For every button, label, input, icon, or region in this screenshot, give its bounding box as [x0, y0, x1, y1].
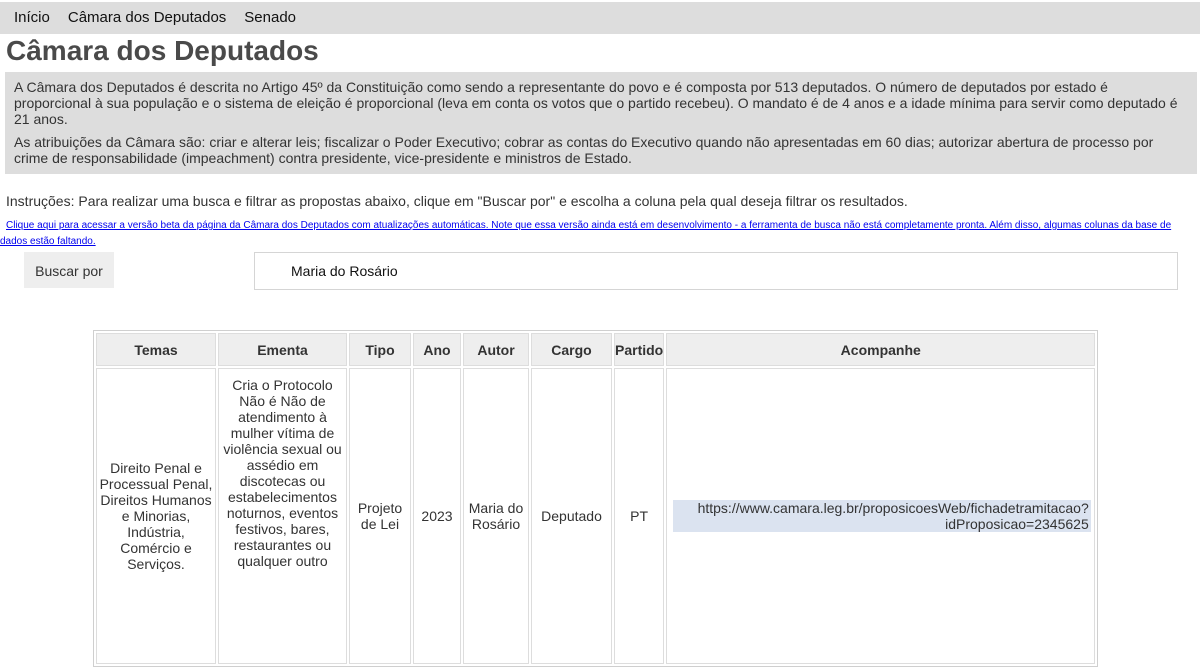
tracking-url[interactable]: https://www.camara.leg.br/proposicoesWeb… [672, 500, 1091, 532]
cell-temas: Direito Penal e Processual Penal, Direit… [96, 368, 216, 664]
info-paragraph-composition: A Câmara dos Deputados é descrita no Art… [14, 79, 1178, 127]
tracking-url-text: https://www.camara.leg.br/proposicoesWeb… [674, 500, 1091, 532]
table-header-row: Temas Ementa Tipo Ano Autor Cargo Partid… [96, 333, 1096, 366]
column-header-cargo[interactable]: Cargo [531, 333, 612, 366]
info-box: A Câmara dos Deputados é descrita no Art… [5, 72, 1197, 174]
page-title: Câmara dos Deputados [6, 35, 319, 66]
nav-item-camara[interactable]: Câmara dos Deputados [59, 2, 235, 34]
top-navigation: Início Câmara dos Deputados Senado [0, 2, 1200, 34]
nav-item-senado[interactable]: Senado [235, 2, 305, 34]
cell-partido: PT [614, 368, 665, 664]
column-header-autor[interactable]: Autor [463, 333, 529, 366]
cell-ano: 2023 [413, 368, 461, 664]
info-paragraph-attributions: As atribuições da Câmara são: criar e al… [14, 134, 1154, 166]
column-header-ano[interactable]: Ano [413, 333, 461, 366]
cell-autor: Maria do Rosário [463, 368, 529, 664]
column-header-acompanhe[interactable]: Acompanhe [666, 333, 1096, 366]
search-by-button[interactable]: Buscar por [24, 252, 114, 288]
cell-tipo: Projeto de Lei [349, 368, 411, 664]
beta-version-link[interactable]: Clique aqui para acessar a versão beta d… [0, 218, 1200, 249]
column-header-partido[interactable]: Partido [614, 333, 665, 366]
instructions-text: Instruções: Para realizar uma busca e fi… [6, 193, 908, 209]
cell-ementa: Cria o Protocolo Não é Não de atendiment… [218, 368, 347, 664]
search-input[interactable] [254, 252, 1178, 290]
cell-acompanhe: https://www.camara.leg.br/proposicoesWeb… [666, 368, 1096, 664]
column-header-temas[interactable]: Temas [96, 333, 216, 366]
nav-item-inicio[interactable]: Início [0, 2, 59, 34]
propositions-table: Temas Ementa Tipo Ano Autor Cargo Partid… [93, 330, 1099, 667]
column-header-tipo[interactable]: Tipo [349, 333, 411, 366]
cell-cargo: Deputado [531, 368, 612, 664]
column-header-ementa[interactable]: Ementa [218, 333, 347, 366]
table-row: Direito Penal e Processual Penal, Direit… [96, 368, 1096, 664]
